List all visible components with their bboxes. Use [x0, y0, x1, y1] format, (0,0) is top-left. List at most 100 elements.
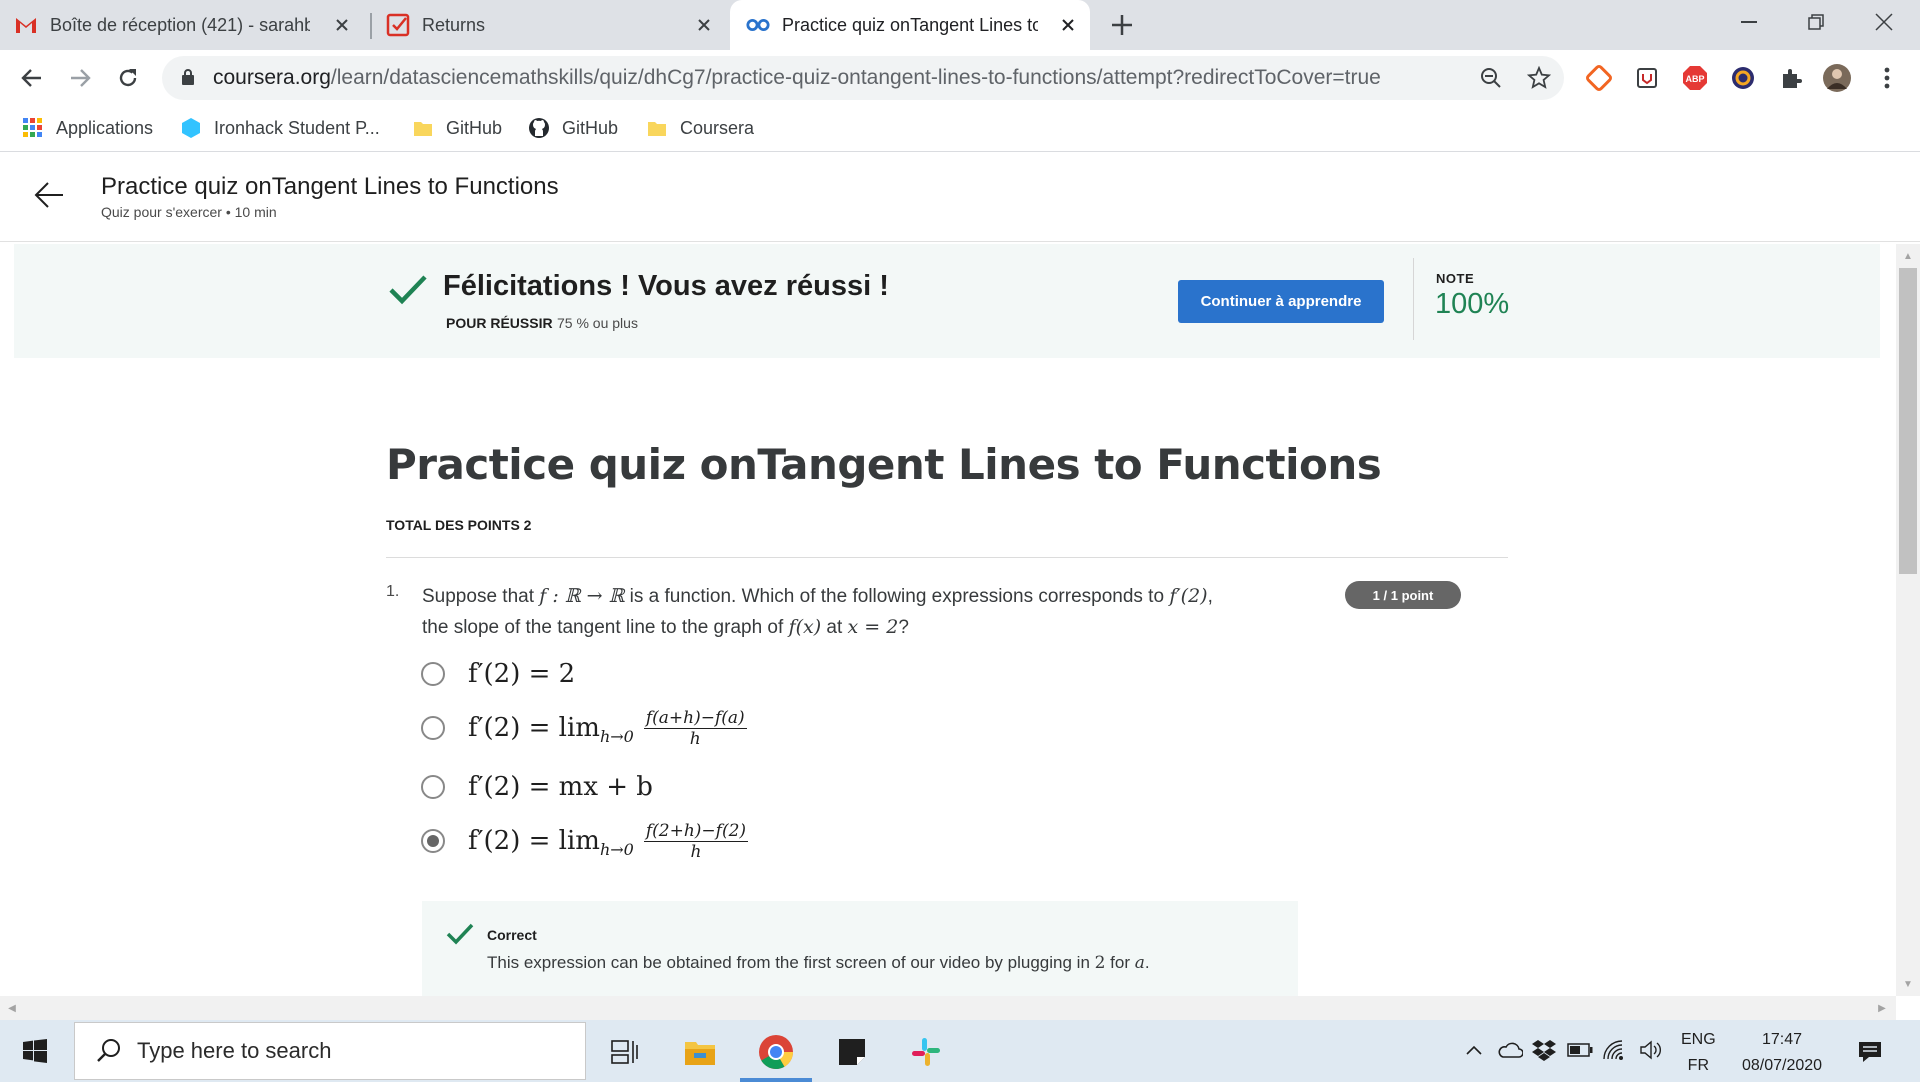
horizontal-scrollbar[interactable]: [0, 996, 1896, 1020]
tab-label: Returns: [422, 14, 486, 35]
apps-grid-icon: [22, 117, 44, 139]
tray-chevron-up-icon[interactable]: [1460, 1036, 1488, 1064]
option-lhs: f′(2) = lim: [468, 826, 600, 856]
chrome-icon[interactable]: [756, 1032, 796, 1072]
check-icon: [446, 923, 474, 945]
new-tab-icon[interactable]: [1109, 12, 1135, 38]
adblock-icon[interactable]: ABP: [1680, 63, 1710, 93]
points-badge: 1 / 1 point: [1345, 581, 1461, 609]
battery-icon[interactable]: [1566, 1036, 1594, 1064]
feedback-math: a: [1134, 953, 1145, 973]
menu-kebab-icon[interactable]: [1872, 63, 1902, 93]
search-icon: [95, 1037, 123, 1065]
extension-shield-icon[interactable]: [1632, 63, 1662, 93]
puzzle-icon[interactable]: [1776, 63, 1806, 93]
reload-icon[interactable]: [112, 62, 144, 94]
check-icon: [388, 273, 428, 305]
feedback-text-part: for: [1105, 953, 1135, 972]
limit-subscript: h→0: [599, 726, 634, 746]
extension-orange-icon[interactable]: [1584, 63, 1614, 93]
url-text[interactable]: coursera.org/learn/datasciencemathskills…: [213, 66, 1381, 90]
feedback-text-part: .: [1144, 953, 1150, 972]
fraction: f(2+h)−f(2) h: [643, 821, 749, 862]
scroll-up-icon[interactable]: ▲: [1900, 248, 1916, 264]
active-app-indicator: [740, 1078, 812, 1082]
question-text-part: Suppose that: [422, 586, 540, 607]
feedback-math: 2: [1094, 953, 1106, 973]
pass-threshold-value: 75 % ou plus: [557, 315, 638, 331]
close-icon[interactable]: [1056, 13, 1080, 37]
question-text-part: ?: [898, 617, 909, 638]
bookmark-label: GitHub: [562, 117, 619, 138]
continue-learning-button[interactable]: Continuer à apprendre: [1178, 280, 1384, 323]
answer-option-1[interactable]: f′(2) = 2: [421, 652, 575, 696]
windows-start-icon[interactable]: [0, 1020, 70, 1082]
window-close-icon[interactable]: [1854, 0, 1914, 44]
bookmark-coursera-folder[interactable]: Coursera: [646, 114, 754, 142]
restore-icon[interactable]: [1786, 0, 1846, 44]
radio-button-selected[interactable]: [421, 829, 445, 853]
radio-button[interactable]: [421, 662, 445, 686]
close-icon[interactable]: [330, 13, 354, 37]
tab-returns[interactable]: Returns: [386, 0, 726, 50]
feedback-box: [422, 901, 1298, 996]
question-text-part: the slope of the tangent line to the gra…: [422, 617, 789, 638]
github-icon: [528, 117, 550, 139]
bookmark-ironhack[interactable]: Ironhack Student P...: [180, 114, 380, 142]
option-math: f′(2) = mx + b: [468, 772, 653, 802]
radio-button[interactable]: [421, 716, 445, 740]
task-view-icon[interactable]: [604, 1032, 644, 1072]
grade-label: NOTE: [1436, 271, 1475, 286]
scroll-right-icon[interactable]: ▶: [1874, 1000, 1890, 1016]
zoom-icon[interactable]: [1476, 63, 1506, 93]
file-explorer-icon[interactable]: [680, 1032, 720, 1072]
fraction-denominator: h: [690, 841, 702, 862]
search-placeholder: Type here to search: [137, 1038, 332, 1063]
scroll-left-icon[interactable]: ◀: [4, 1000, 20, 1016]
bookmark-applications[interactable]: Applications: [22, 114, 153, 142]
quiz-title: Practice quiz onTangent Lines to Functio…: [386, 440, 1382, 489]
answer-option-4[interactable]: f′(2) = lim h→0 f(2+h)−f(2) h: [421, 819, 749, 863]
radio-button[interactable]: [421, 775, 445, 799]
back-icon[interactable]: [16, 62, 48, 94]
option-lhs: f′(2) = lim: [468, 713, 600, 743]
tab-coursera[interactable]: Practice quiz onTangent Lines to: [730, 0, 1090, 50]
adblock-label: ABP: [1685, 74, 1704, 84]
input-language[interactable]: ENG FR: [1681, 1027, 1716, 1079]
volume-icon[interactable]: [1638, 1036, 1666, 1064]
url-host: coursera.org: [213, 66, 331, 89]
dropbox-icon[interactable]: [1530, 1036, 1558, 1064]
back-arrow-icon[interactable]: [32, 178, 66, 212]
onedrive-icon[interactable]: [1496, 1036, 1524, 1064]
answer-option-2[interactable]: f′(2) = lim h→0 f(a+h)−f(a) h: [421, 706, 747, 750]
star-icon[interactable]: [1524, 63, 1554, 93]
taskbar-search[interactable]: Type here to search: [74, 1022, 586, 1080]
tab-gmail[interactable]: Boîte de réception (421) - sarahb: [14, 0, 364, 50]
bookmark-github-folder[interactable]: GitHub: [412, 114, 502, 142]
extension-circle-icon[interactable]: [1728, 63, 1758, 93]
grade-value: 100%: [1435, 288, 1510, 320]
scroll-down-icon[interactable]: ▼: [1900, 976, 1916, 992]
minimize-icon[interactable]: [1719, 0, 1779, 44]
success-banner: [14, 244, 1880, 358]
question-math: f′(2): [1169, 585, 1208, 607]
notification-icon[interactable]: [1856, 1038, 1884, 1066]
close-icon[interactable]: [692, 13, 716, 37]
avatar[interactable]: [1822, 63, 1852, 93]
wifi-icon[interactable]: [1600, 1036, 1628, 1064]
forward-icon[interactable]: [64, 62, 96, 94]
question-text-part: ,: [1207, 586, 1213, 607]
question-math: f : ℝ → ℝ: [539, 585, 625, 607]
question-text-part: at: [821, 617, 848, 638]
scrollbar-thumb[interactable]: [1899, 268, 1917, 574]
fraction: f(a+h)−f(a) h: [643, 708, 747, 749]
slack-icon[interactable]: [906, 1032, 946, 1072]
returns-icon: [386, 13, 410, 37]
question-math: x = 2: [847, 616, 899, 638]
bookmark-github[interactable]: GitHub: [528, 114, 618, 142]
divider: [1413, 258, 1414, 340]
lock-icon[interactable]: [181, 68, 195, 91]
system-clock[interactable]: 17:47 08/07/2020: [1732, 1027, 1832, 1079]
answer-option-3[interactable]: f′(2) = mx + b: [421, 765, 653, 809]
sticky-notes-icon[interactable]: [832, 1032, 872, 1072]
